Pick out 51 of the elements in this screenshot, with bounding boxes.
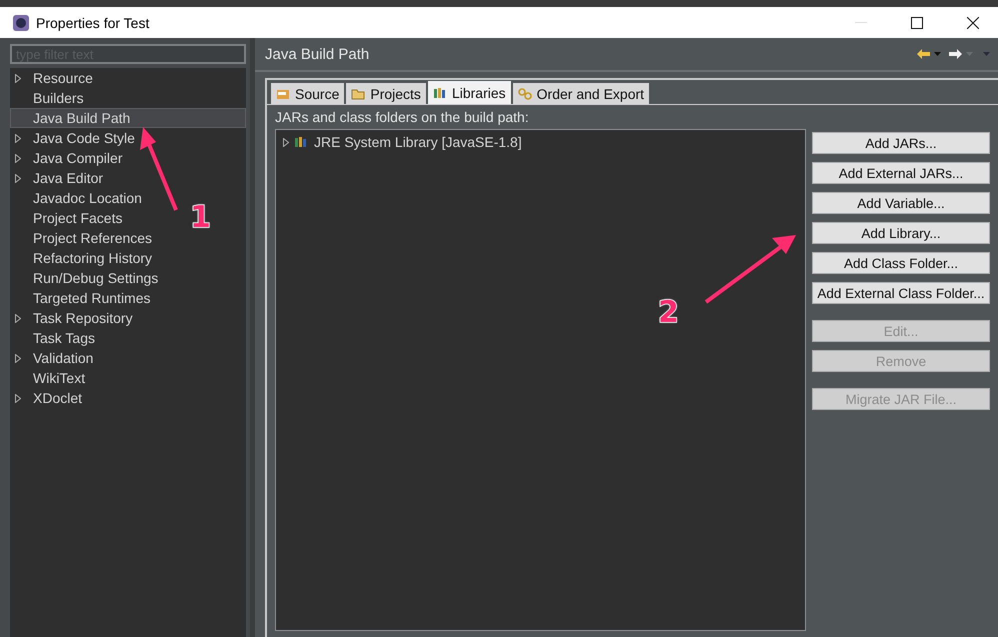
action-button[interactable]: Add Variable...: [812, 192, 990, 214]
books-icon: [432, 86, 447, 98]
tree-item[interactable]: Java Editor: [10, 168, 108, 188]
dropdown-icon[interactable]: [934, 52, 941, 56]
tab[interactable]: Source: [271, 83, 344, 104]
tree-item[interactable]: Task Repository: [10, 308, 138, 328]
tree-item[interactable]: WikiText: [10, 368, 90, 388]
expand-arrow-icon[interactable]: [15, 74, 21, 82]
minimize-icon: [855, 22, 867, 24]
tree-item[interactable]: Validation: [10, 348, 98, 368]
tab[interactable]: Libraries: [428, 81, 511, 104]
tree-item[interactable]: Targeted Runtimes: [10, 288, 156, 308]
page-title: Java Build Path: [265, 46, 370, 62]
tree-item[interactable]: Project References: [10, 228, 158, 248]
action-button[interactable]: Add JARs...: [812, 132, 990, 154]
tab[interactable]: Projects: [346, 83, 426, 104]
folder-icon: [351, 88, 366, 100]
tree-item[interactable]: Run/Debug Settings: [10, 268, 164, 288]
library-item[interactable]: JRE System Library [JavaSE-1.8]: [276, 132, 805, 152]
action-button[interactable]: Add External Class Folder...: [812, 282, 990, 304]
expand-arrow-icon[interactable]: [15, 154, 21, 162]
list-caption: JARs and class folders on the build path:: [275, 109, 530, 125]
action-button[interactable]: Add Library...: [812, 222, 990, 244]
tree-item[interactable]: Javadoc Location: [10, 188, 147, 208]
expand-arrow-icon[interactable]: [15, 134, 21, 142]
window-title: Properties for Test: [36, 14, 150, 30]
forward-arrow-icon[interactable]: [949, 49, 962, 59]
action-button[interactable]: Add External JARs...: [812, 162, 990, 184]
close-icon: [967, 16, 979, 28]
folder-icon: [276, 88, 290, 100]
expand-arrow-icon[interactable]: [15, 314, 21, 322]
annotation-number: 1: [190, 203, 211, 233]
action-button[interactable]: Add Class Folder...: [812, 252, 990, 274]
expand-arrow-icon[interactable]: [15, 394, 21, 402]
expand-arrow-icon[interactable]: [15, 354, 21, 362]
tree-item[interactable]: Project Facets: [10, 208, 128, 228]
tree-item[interactable]: Refactoring History: [10, 248, 158, 268]
back-arrow-icon[interactable]: [917, 49, 930, 59]
tab[interactable]: Order and Export: [512, 83, 650, 104]
tree-item[interactable]: Builders: [10, 88, 89, 108]
annotation-number: 2: [658, 298, 679, 328]
tree-item[interactable]: Task Tags: [10, 328, 100, 348]
expand-arrow-icon[interactable]: [15, 174, 21, 182]
tree-item[interactable]: XDoclet: [10, 388, 88, 408]
tree-item[interactable]: Java Compiler: [10, 148, 128, 168]
tree-item[interactable]: Resource: [10, 68, 98, 88]
tree-item[interactable]: Java Build Path: [10, 108, 246, 128]
expand-arrow-icon[interactable]: [282, 138, 290, 146]
tree-item[interactable]: Java Code Style: [10, 128, 140, 148]
maximize-icon: [911, 16, 923, 28]
gears-icon: [518, 88, 532, 100]
